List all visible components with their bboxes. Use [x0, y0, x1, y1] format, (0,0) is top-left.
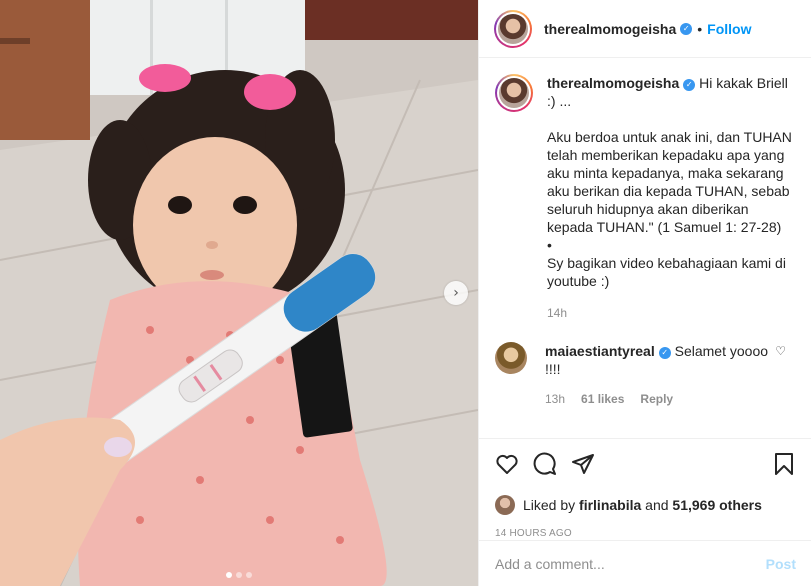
header-username[interactable]: therealmomogeisha — [544, 21, 676, 37]
separator-dot: • — [697, 20, 703, 37]
carousel-next-button[interactable]: › — [444, 281, 468, 305]
story-ring[interactable] — [495, 74, 533, 112]
verified-badge-icon: ✓ — [658, 347, 671, 359]
likes-summary: Liked by firlinabila and 51,969 others — [495, 495, 796, 515]
post-side-panel: therealmomogeisha ✓ • Follow therealmomo… — [478, 0, 811, 586]
photo-illustration — [0, 0, 478, 586]
post-actions: Liked by firlinabila and 51,969 others 1… — [479, 438, 811, 539]
avatar — [498, 13, 528, 44]
comment: maiaestiantyreal ✓ Selamet yoooo !!!! 13h… — [495, 342, 796, 408]
chevron-right-icon: › — [453, 285, 459, 301]
post-header: therealmomogeisha ✓ • Follow — [479, 0, 811, 58]
comment-likes[interactable]: 61 likes — [581, 390, 624, 408]
avatar — [499, 78, 529, 108]
comment-input[interactable] — [495, 555, 766, 572]
avatar[interactable] — [495, 495, 515, 515]
carousel-indicator — [0, 572, 478, 578]
carousel-dot — [236, 572, 242, 578]
share-paper-plane-icon[interactable] — [571, 452, 595, 476]
post-photo[interactable]: › — [0, 0, 478, 586]
reply-button[interactable]: Reply — [640, 390, 673, 408]
follow-button[interactable]: Follow — [707, 21, 751, 37]
caption-time[interactable]: 14h — [547, 304, 796, 322]
post-timestamp[interactable]: 14 HOURS AGO — [495, 528, 796, 539]
likes-count[interactable]: 51,969 others — [672, 497, 762, 513]
comment-time[interactable]: 13h — [545, 390, 565, 408]
caption-text: Hi kakak Briell :) ... Aku berdoa untuk … — [547, 75, 792, 289]
post-comment-button[interactable]: Post — [766, 556, 796, 572]
avatar[interactable] — [495, 342, 527, 374]
verified-badge-icon: ✓ — [680, 22, 693, 35]
carousel-dot — [226, 572, 232, 578]
caption-username[interactable]: therealmomogeisha — [547, 75, 679, 91]
verified-badge-icon: ✓ — [683, 79, 696, 91]
like-heart-icon[interactable] — [495, 452, 519, 476]
comment-like-heart-icon[interactable]: ♡ — [775, 344, 786, 358]
carousel-dot — [246, 572, 252, 578]
caption: therealmomogeisha ✓ Hi kakak Briell :) ..… — [495, 74, 796, 322]
add-comment-bar: Post — [479, 540, 811, 586]
story-ring[interactable] — [494, 9, 532, 48]
comment-bubble-icon[interactable] — [533, 452, 557, 476]
comments-section: therealmomogeisha ✓ Hi kakak Briell :) ..… — [479, 58, 811, 438]
liked-by-user[interactable]: firlinabila — [579, 497, 641, 513]
bookmark-icon[interactable] — [772, 452, 796, 476]
comment-username[interactable]: maiaestiantyreal — [545, 343, 655, 359]
instagram-post: › therealmomogeisha ✓ • Follow therealmo — [0, 0, 811, 586]
